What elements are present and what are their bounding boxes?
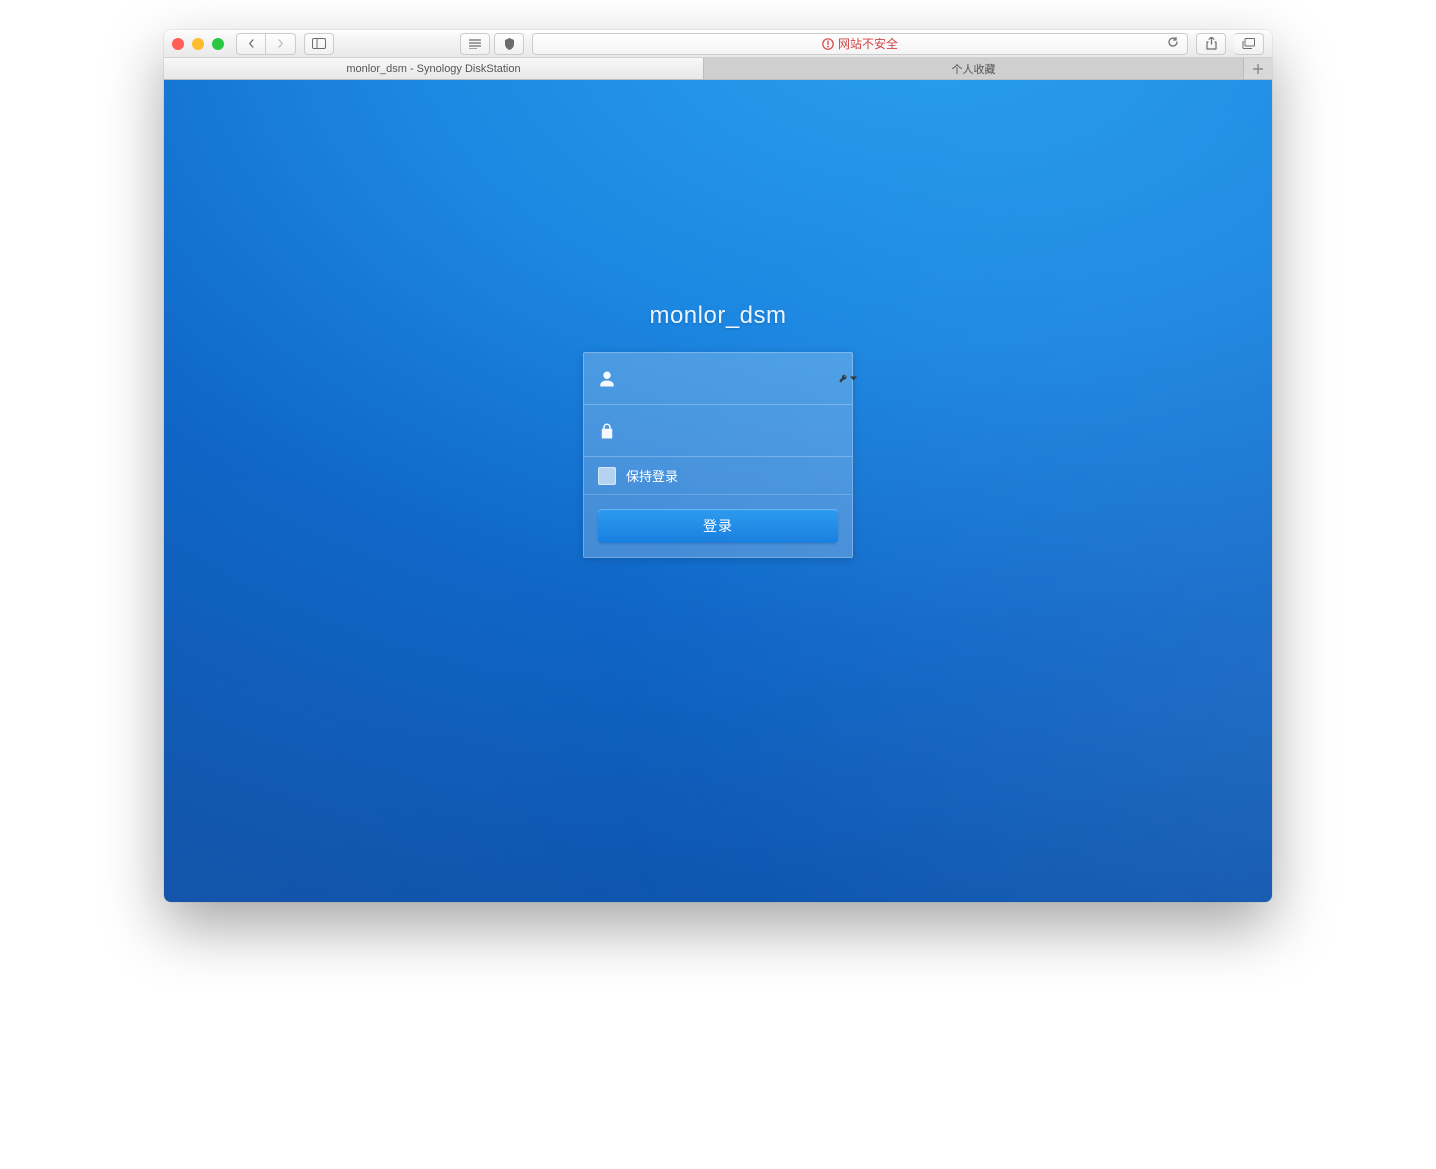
address-bar[interactable]: 网站不安全: [532, 33, 1188, 55]
tabs-icon: [1242, 38, 1255, 49]
reload-button[interactable]: [1167, 36, 1179, 51]
shield-icon: [504, 38, 515, 50]
login-panel: 保持登录 登录: [583, 352, 853, 558]
address-warning-text: 网站不安全: [838, 35, 898, 52]
tab-title: monlor_dsm - Synology DiskStation: [346, 63, 520, 75]
tab-title: 个人收藏: [952, 61, 996, 77]
plus-icon: [1253, 64, 1263, 74]
close-window-button[interactable]: [172, 38, 184, 50]
sidebar-toggle-button[interactable]: [304, 33, 334, 55]
sidebar-icon: [312, 38, 326, 49]
browser-window: 网站不安全 monlor_dsm - Synology DiskStation …: [164, 30, 1272, 902]
password-input[interactable]: [630, 423, 838, 439]
window-controls: [172, 38, 224, 50]
reload-icon: [1167, 36, 1179, 48]
toolbar: 网站不安全: [164, 30, 1272, 58]
share-icon: [1206, 37, 1217, 50]
remember-label: 保持登录: [626, 466, 678, 485]
username-row: [584, 353, 852, 405]
username-input[interactable]: [644, 371, 825, 387]
login-button[interactable]: 登录: [598, 509, 838, 543]
share-button[interactable]: [1196, 33, 1226, 55]
reader-icon: [469, 39, 481, 49]
user-icon: [598, 370, 616, 388]
tab-1[interactable]: 个人收藏: [704, 58, 1244, 79]
back-button[interactable]: [236, 33, 266, 55]
login-container: monlor_dsm: [583, 302, 853, 558]
lock-icon: [598, 422, 616, 440]
minimize-window-button[interactable]: [192, 38, 204, 50]
zoom-window-button[interactable]: [212, 38, 224, 50]
remember-row: 保持登录: [584, 457, 852, 495]
forward-button[interactable]: [266, 33, 296, 55]
new-tab-button[interactable]: [1244, 58, 1272, 79]
privacy-report-button[interactable]: [494, 33, 524, 55]
page-viewport: monlor_dsm: [164, 80, 1272, 902]
keychain-dropdown[interactable]: [839, 374, 857, 383]
chevron-down-icon: [850, 376, 857, 381]
reader-button[interactable]: [460, 33, 490, 55]
submit-row: 登录: [584, 495, 852, 557]
warning-icon: [822, 38, 834, 50]
hostname-title: monlor_dsm: [649, 302, 786, 330]
chevron-right-icon: [276, 39, 285, 48]
tab-0[interactable]: monlor_dsm - Synology DiskStation: [164, 58, 704, 79]
key-icon: [839, 374, 848, 383]
nav-back-forward: [236, 33, 296, 55]
tab-bar: monlor_dsm - Synology DiskStation 个人收藏: [164, 58, 1272, 80]
password-row: [584, 405, 852, 457]
show-tabs-button[interactable]: [1234, 33, 1264, 55]
remember-checkbox[interactable]: [598, 467, 616, 485]
chevron-left-icon: [247, 39, 256, 48]
